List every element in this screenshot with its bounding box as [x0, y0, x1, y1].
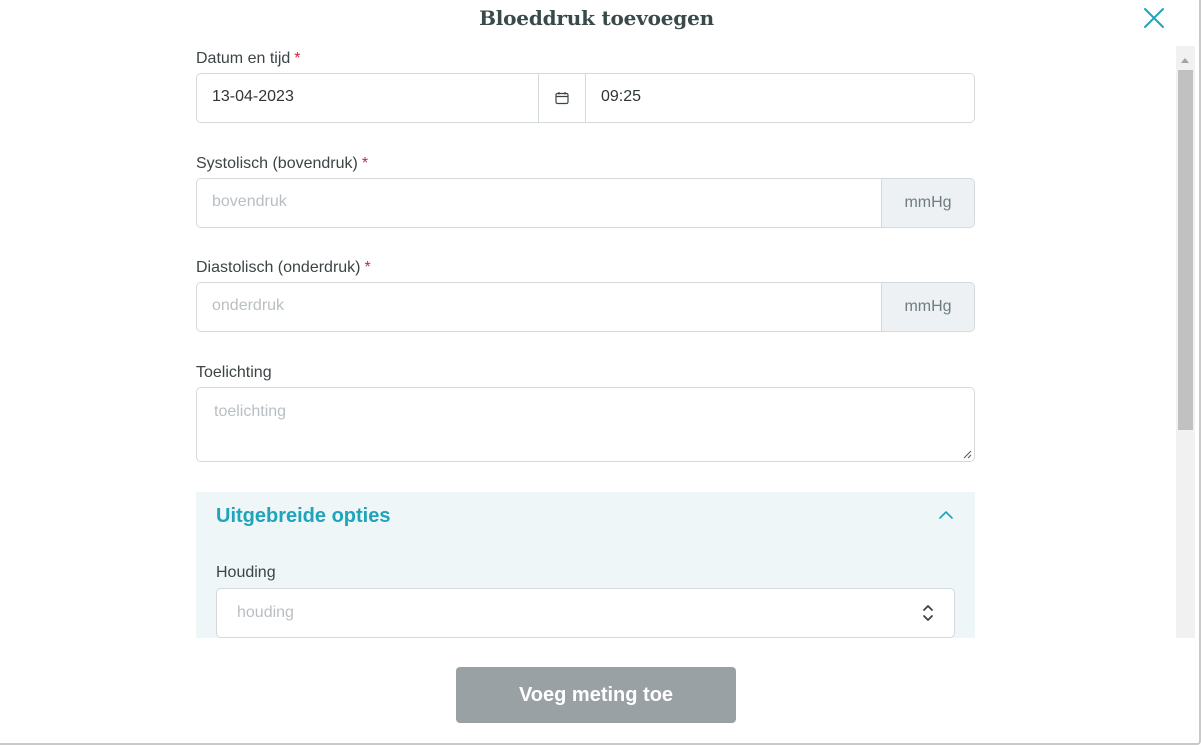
- time-input[interactable]: 09:25: [586, 74, 974, 122]
- required-marker: *: [294, 50, 301, 67]
- scrollbar-thumb[interactable]: [1178, 70, 1193, 430]
- select-updown-icon: [923, 605, 933, 621]
- chevron-up-icon[interactable]: [938, 510, 954, 520]
- modal-title: Bloeddruk toevoegen: [479, 6, 714, 30]
- diastolic-placeholder: onderdruk: [212, 297, 285, 314]
- required-marker: *: [364, 259, 371, 276]
- calendar-button[interactable]: [538, 74, 586, 122]
- diastolic-input[interactable]: onderdruk mmHg: [196, 282, 975, 332]
- posture-label: Houding: [216, 564, 276, 581]
- diastolic-label-text: Diastolisch (onderdruk): [196, 259, 361, 276]
- modal-footer: Voeg meting toe: [0, 638, 1195, 738]
- datetime-field: 13-04-2023 09:25: [196, 73, 975, 123]
- advanced-options-toggle[interactable]: Uitgebreide opties: [216, 505, 390, 528]
- vertical-scrollbar[interactable]: [1176, 46, 1195, 638]
- note-label: Toelichting: [196, 364, 272, 381]
- required-marker: *: [361, 155, 369, 172]
- diastolic-unit: mmHg: [881, 283, 974, 331]
- posture-placeholder: houding: [237, 604, 294, 621]
- advanced-options-panel: Uitgebreide opties Houding houding: [196, 492, 975, 638]
- systolic-placeholder: bovendruk: [212, 193, 287, 210]
- note-placeholder: toelichting: [214, 403, 287, 420]
- systolic-unit: mmHg: [881, 179, 974, 227]
- systolic-label: Systolisch (bovendruk) *: [196, 155, 368, 173]
- resize-handle-icon[interactable]: [962, 449, 972, 459]
- add-blood-pressure-modal: Bloeddruk toevoegen Datum en tijd * 13-04…: [0, 0, 1201, 745]
- posture-select[interactable]: houding: [216, 588, 955, 638]
- scroll-up-arrow-icon[interactable]: [1181, 58, 1189, 63]
- note-textarea[interactable]: toelichting: [196, 387, 975, 462]
- date-input[interactable]: 13-04-2023: [197, 74, 538, 122]
- date-value: 13-04-2023: [212, 88, 294, 105]
- form-scroll-area: Datum en tijd * 13-04-2023 09:25 Systolis…: [0, 46, 1176, 638]
- datetime-label-text: Datum en tijd: [196, 50, 291, 67]
- calendar-icon: [555, 92, 569, 105]
- systolic-input[interactable]: bovendruk mmHg: [196, 178, 975, 228]
- systolic-label-text: Systolisch (bovendruk): [196, 155, 358, 172]
- close-icon[interactable]: [1142, 6, 1166, 30]
- diastolic-label: Diastolisch (onderdruk) *: [196, 259, 371, 277]
- time-value: 09:25: [601, 88, 642, 105]
- datetime-label: Datum en tijd *: [196, 50, 301, 68]
- add-measurement-button[interactable]: Voeg meting toe: [456, 667, 736, 723]
